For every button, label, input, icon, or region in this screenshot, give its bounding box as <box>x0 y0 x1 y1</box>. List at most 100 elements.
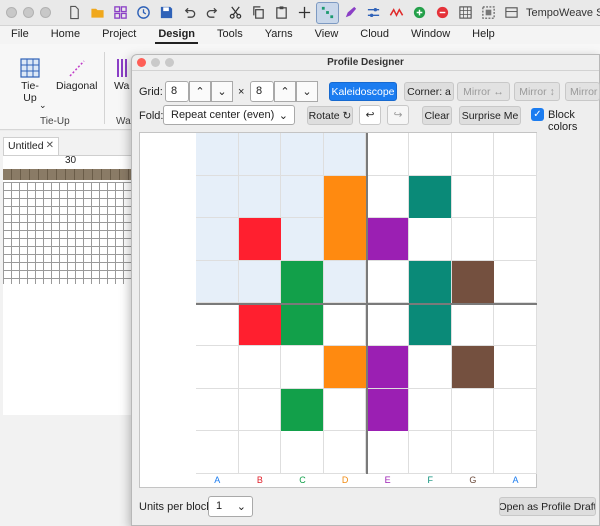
grid-cell[interactable] <box>366 346 409 389</box>
layers-button[interactable] <box>500 2 523 24</box>
grid-cell[interactable] <box>281 431 324 474</box>
grid-cell[interactable] <box>238 303 282 346</box>
menu-view[interactable]: View <box>304 26 350 44</box>
grid-cell[interactable] <box>323 218 367 261</box>
grid-cell[interactable] <box>366 303 409 346</box>
grid-cell[interactable] <box>451 303 495 346</box>
grid-cell[interactable] <box>196 346 239 389</box>
grid-cell[interactable] <box>238 346 282 389</box>
grid-cell[interactable] <box>366 218 409 261</box>
grid-cell[interactable] <box>409 218 452 261</box>
grid-cell[interactable] <box>281 218 324 261</box>
grid-cell[interactable] <box>323 133 367 176</box>
grid-cell[interactable] <box>323 431 367 474</box>
columns-decrement-button[interactable]: ⌄ <box>211 81 233 102</box>
grid-cell[interactable] <box>323 303 367 346</box>
cut-button[interactable] <box>224 2 247 24</box>
open-as-profile-draft-button[interactable]: Open as Profile Draft <box>499 497 596 516</box>
surprise-me-button[interactable]: Surprise Me <box>459 106 521 125</box>
grid-cell[interactable] <box>494 260 537 304</box>
pen-tool-button[interactable] <box>339 2 362 24</box>
fold-select[interactable]: Repeat center (even) ⌄ <box>163 105 295 125</box>
history-button[interactable] <box>132 2 155 24</box>
grid-cell[interactable] <box>366 260 409 304</box>
grid-cell[interactable] <box>281 133 324 176</box>
grid-app-button[interactable] <box>109 2 132 24</box>
grid-cell[interactable] <box>366 175 409 219</box>
new-file-button[interactable] <box>63 2 86 24</box>
grid-cell[interactable] <box>451 175 495 219</box>
grid-cell[interactable] <box>196 303 239 346</box>
grid-cell[interactable] <box>323 175 367 219</box>
grid-cell[interactable] <box>323 388 367 432</box>
add-button[interactable] <box>293 2 316 24</box>
grid-cell[interactable] <box>196 133 239 176</box>
twill-tool-button[interactable] <box>316 1 339 24</box>
document-tab[interactable]: Untitled ✕ <box>3 137 59 155</box>
mirror-diagonal-button[interactable]: Mirror ↗ <box>565 82 600 101</box>
add-circle-button[interactable] <box>408 2 431 24</box>
rows-decrement-button[interactable]: ⌄ <box>296 81 318 102</box>
grid-cell[interactable] <box>281 388 324 432</box>
grid-cell[interactable] <box>494 346 537 389</box>
grid-cell[interactable] <box>366 431 409 474</box>
grid-cell[interactable] <box>281 346 324 389</box>
rows-increment-button[interactable]: ⌃ <box>274 81 296 102</box>
menu-tools[interactable]: Tools <box>206 26 254 44</box>
grid-cell[interactable] <box>196 218 239 261</box>
grid-cell[interactable] <box>238 431 282 474</box>
block-colors-checkbox[interactable]: ✓ <box>531 108 544 121</box>
clear-button[interactable]: Clear <box>422 106 452 125</box>
grid-cell[interactable] <box>451 133 495 176</box>
redo-pattern-button[interactable]: ↪ <box>387 105 409 125</box>
mirror-vertical-button[interactable]: Mirror ↕ <box>514 82 560 101</box>
columns-increment-button[interactable]: ⌃ <box>189 81 211 102</box>
warp-color-strip[interactable] <box>3 169 133 180</box>
undo-button[interactable] <box>178 2 201 24</box>
close-window-button[interactable] <box>6 7 17 18</box>
grid-cell[interactable] <box>409 175 452 219</box>
menu-yarns[interactable]: Yarns <box>254 26 304 44</box>
grid-cell[interactable] <box>238 218 282 261</box>
grid-cell[interactable] <box>409 388 452 432</box>
kaleidoscope-button[interactable]: Kaleidoscope <box>329 82 397 101</box>
remove-circle-button[interactable] <box>431 2 454 24</box>
grid-rows-field[interactable]: 8 <box>250 81 274 102</box>
grid-cell[interactable] <box>451 431 495 474</box>
grid-cell[interactable] <box>451 260 495 304</box>
redo-button[interactable] <box>201 2 224 24</box>
grid-cell[interactable] <box>494 431 537 474</box>
grid-cell[interactable] <box>366 133 409 176</box>
grid-cell[interactable] <box>409 303 452 346</box>
grid-cell[interactable] <box>409 260 452 304</box>
grid-cell[interactable] <box>494 175 537 219</box>
grid-cell[interactable] <box>494 388 537 432</box>
grid-cell[interactable] <box>409 133 452 176</box>
grid-cell[interactable] <box>451 346 495 389</box>
profile-grid[interactable] <box>196 133 537 474</box>
grid-cell[interactable] <box>494 218 537 261</box>
close-tab-icon[interactable]: ✕ <box>46 140 54 151</box>
draft-grid[interactable] <box>3 182 133 284</box>
paste-button[interactable] <box>270 2 293 24</box>
menu-design[interactable]: Design <box>147 26 206 44</box>
adjust-tool-button[interactable] <box>362 2 385 24</box>
grid-cell[interactable] <box>323 260 367 304</box>
grid-cell[interactable] <box>196 260 239 304</box>
menu-home[interactable]: Home <box>40 26 91 44</box>
grid-cell[interactable] <box>281 260 324 304</box>
grid-cell[interactable] <box>196 175 239 219</box>
grid-cell[interactable] <box>451 388 495 432</box>
menu-cloud[interactable]: Cloud <box>349 26 400 44</box>
tieup-button[interactable]: Tie- Up ⌄ <box>18 56 47 110</box>
select-frame-button[interactable] <box>477 2 500 24</box>
open-folder-button[interactable] <box>86 2 109 24</box>
grid-cell[interactable] <box>238 260 282 304</box>
zigzag-tool-button[interactable] <box>385 2 408 24</box>
grid-cell[interactable] <box>409 346 452 389</box>
grid-cell[interactable] <box>238 133 282 176</box>
warp-button[interactable]: Wa <box>114 56 132 92</box>
grid-cell[interactable] <box>196 388 239 432</box>
grid-cell[interactable] <box>323 346 367 389</box>
grid-cell[interactable] <box>409 431 452 474</box>
